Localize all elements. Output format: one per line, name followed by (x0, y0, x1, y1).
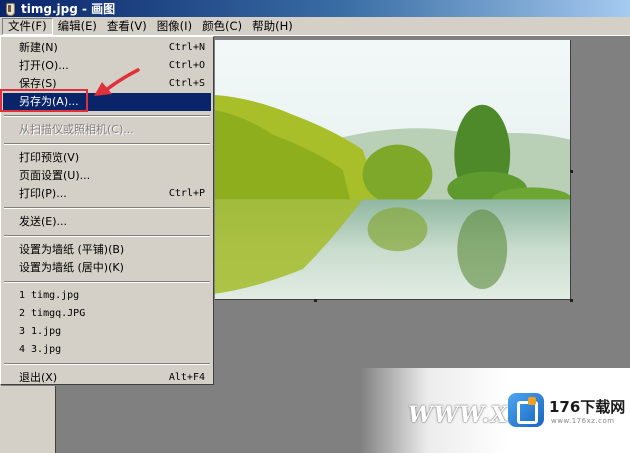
menu-item-recent-file[interactable]: 2 timgq.JPG (3, 305, 211, 323)
menu-item-label: 打印(P)... (19, 187, 67, 200)
watermark-brand: 176下载网 (549, 398, 626, 416)
menu-item-label: 退出(X) (19, 371, 58, 384)
menu-item-shortcut: Ctrl+P (168, 188, 205, 199)
canvas-image[interactable] (213, 40, 571, 300)
menu-item-label: 发送(E)... (19, 215, 68, 228)
menu-separator (4, 281, 210, 283)
menu-file[interactable]: 文件(F) (2, 17, 53, 35)
menu-view[interactable]: 查看(V) (102, 18, 152, 35)
menu-item-shortcut: Ctrl+O (168, 60, 205, 71)
menu-item-label: 3 1.jpg (19, 326, 62, 337)
site-logo-icon (508, 393, 544, 427)
menu-item-send[interactable]: 发送(E)... (3, 213, 211, 231)
menu-colors[interactable]: 颜色(C) (197, 18, 247, 35)
menu-item-recent-file[interactable]: 3 1.jpg (3, 323, 211, 341)
resize-handle[interactable] (570, 170, 573, 173)
menu-item-recent-file[interactable]: 4 3.jpg (3, 341, 211, 359)
highlight-box (0, 89, 88, 112)
paint-brush-icon (3, 2, 17, 16)
menu-help[interactable]: 帮助(H) (247, 18, 298, 35)
menu-item-label: 设置为墙纸 (居中)(K) (19, 261, 124, 274)
menu-separator (4, 143, 210, 145)
menu-item-label: 设置为墙纸 (平铺)(B) (19, 243, 125, 256)
menu-item-label: 新建(N) (19, 41, 58, 54)
menu-item-wallpaper-center[interactable]: 设置为墙纸 (居中)(K) (3, 259, 211, 277)
menu-item-label: 打开(O)... (19, 59, 69, 72)
menu-item-print[interactable]: 打印(P)... Ctrl+P (3, 185, 211, 203)
landscape-photo (213, 40, 570, 299)
menu-bar: 文件(F) 编辑(E) 查看(V) 图像(I) 颜色(C) 帮助(H) (0, 17, 630, 36)
red-arrow-icon (94, 68, 140, 96)
menu-image[interactable]: 图像(I) (152, 18, 197, 35)
window-title: timg.jpg - 画图 (21, 2, 116, 16)
watermark-site: www.176xz.com (551, 417, 615, 425)
menu-item-label: 4 3.jpg (19, 344, 62, 355)
menu-item-from-scanner: 从扫描仪或照相机(C)... (3, 121, 211, 139)
resize-handle[interactable] (314, 299, 317, 302)
menu-item-label: 从扫描仪或照相机(C)... (19, 123, 134, 136)
menu-separator (4, 207, 210, 209)
resize-handle[interactable] (570, 299, 573, 302)
menu-item-shortcut: Alt+F4 (168, 372, 205, 383)
menu-item-page-setup[interactable]: 页面设置(U)... (3, 167, 211, 185)
menu-item-print-preview[interactable]: 打印预览(V) (3, 149, 211, 167)
menu-item-label: 页面设置(U)... (19, 169, 91, 182)
menu-separator (4, 235, 210, 237)
menu-item-new[interactable]: 新建(N) Ctrl+N (3, 39, 211, 57)
menu-item-exit[interactable]: 退出(X) Alt+F4 (3, 369, 211, 387)
menu-item-wallpaper-tile[interactable]: 设置为墙纸 (平铺)(B) (3, 241, 211, 259)
menu-item-label: 2 timgq.JPG (19, 308, 86, 319)
menu-item-shortcut: Ctrl+N (168, 42, 205, 53)
menu-separator (4, 363, 210, 365)
menu-edit[interactable]: 编辑(E) (53, 18, 102, 35)
menu-item-shortcut: Ctrl+S (168, 78, 205, 89)
menu-item-label: 1 timg.jpg (19, 290, 80, 301)
menu-separator (4, 115, 210, 117)
menu-item-recent-file[interactable]: 1 timg.jpg (3, 287, 211, 305)
title-bar: timg.jpg - 画图 (0, 0, 630, 17)
menu-item-label: 打印预览(V) (19, 151, 80, 164)
